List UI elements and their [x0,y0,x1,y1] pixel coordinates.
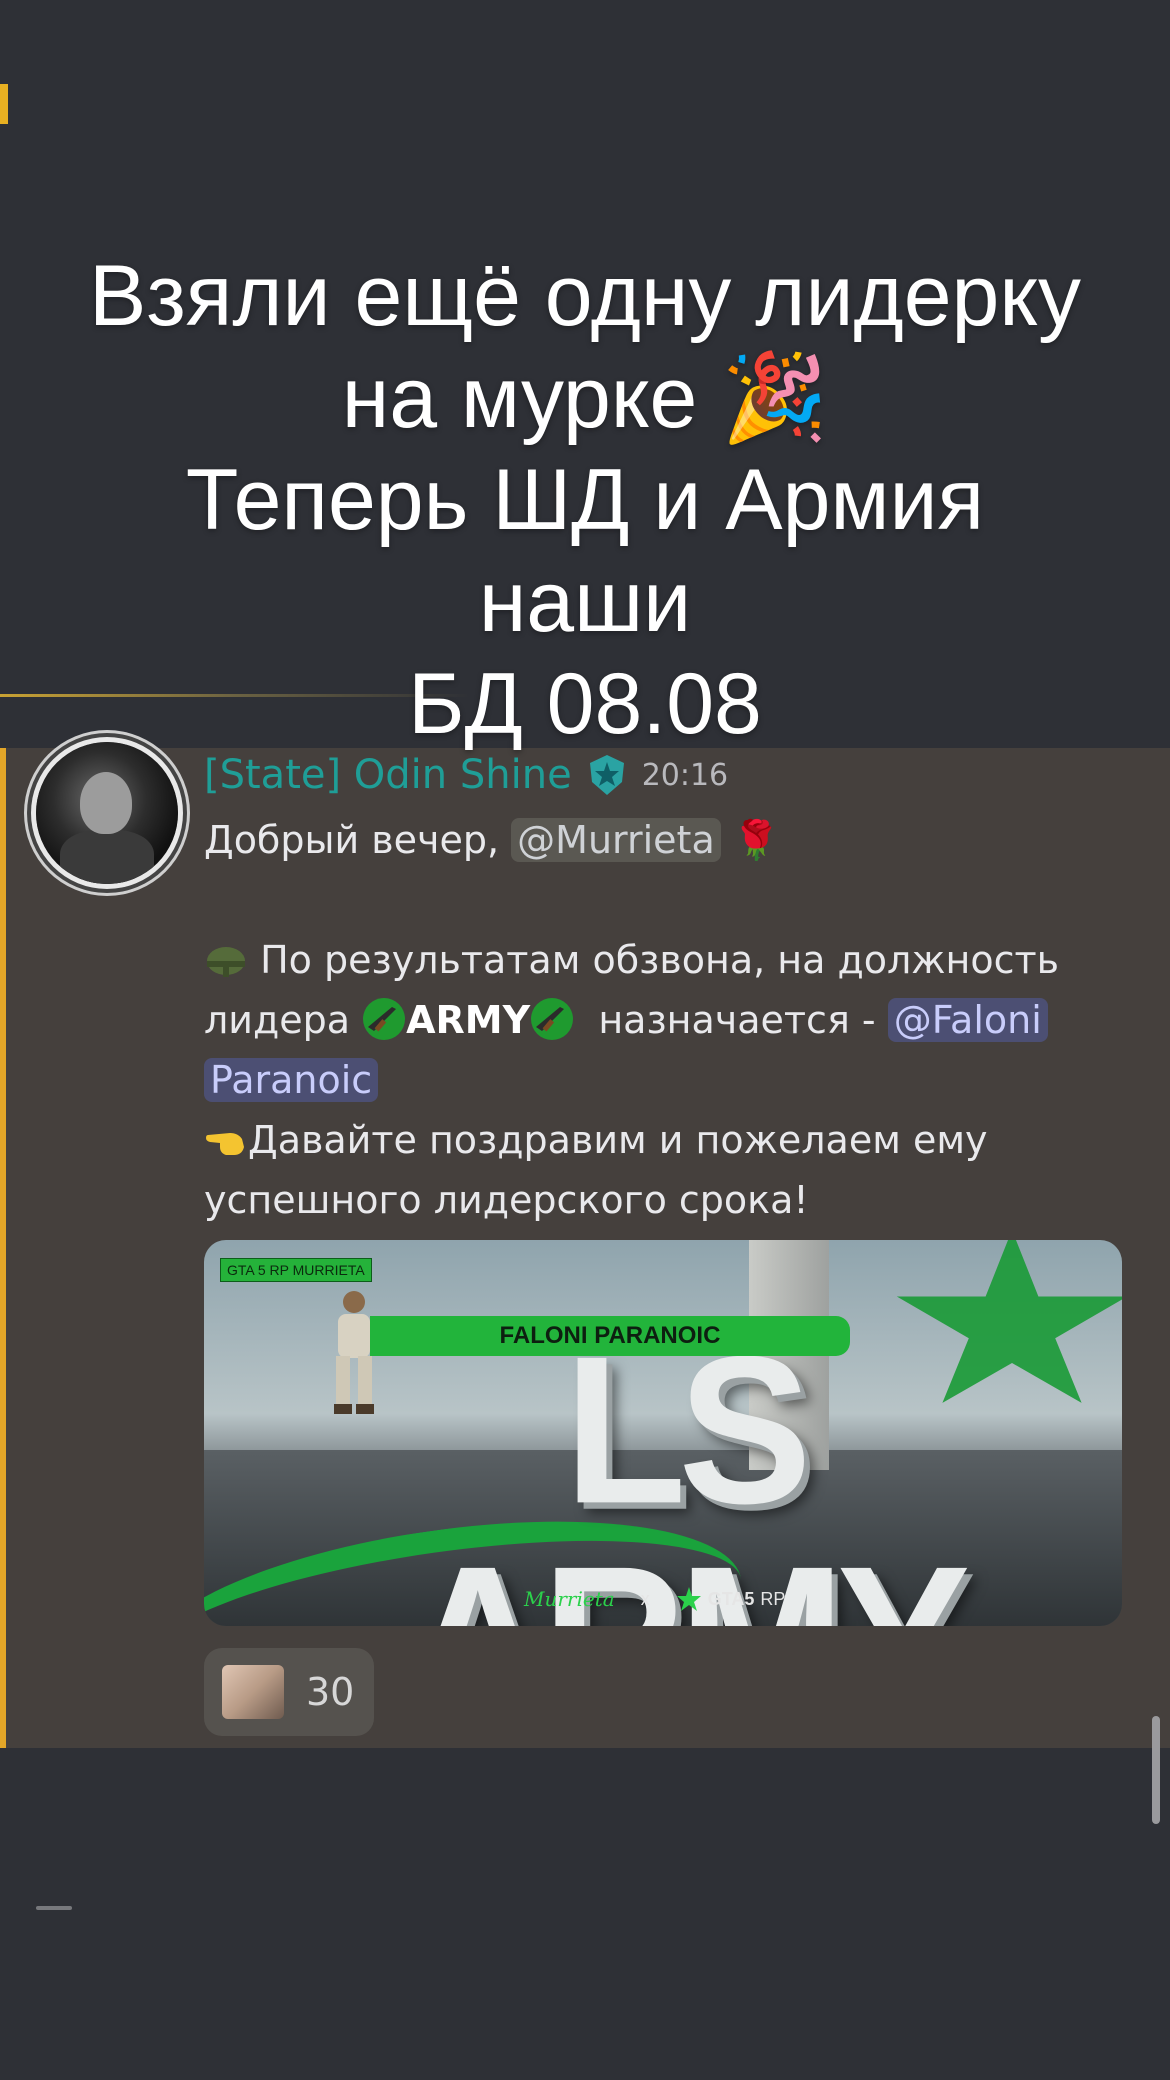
ls-army-banner-image[interactable]: GTA 5 RP MURRIETA LS ARMY FALONI PARANOI… [204,1240,1122,1626]
pointing-hand-icon [206,1133,244,1155]
banner-title: LS ARMY [406,1313,971,1626]
mention-paranoic[interactable]: Paranoic [204,1058,379,1102]
congrats-line-1: Давайте поздравим и пожелаем ему [204,1110,1104,1170]
banner-footer: Murrieta x GTA5 RP [524,1586,786,1612]
caption-line-1: Взяли ещё одну лидерку [89,248,1081,344]
verified-badge-icon [589,755,624,795]
star-icon [676,1587,701,1611]
rifle-icon [531,998,574,1040]
author-name[interactable]: [State] Odin Shine [204,752,572,798]
greeting-line: Добрый вечер, @Murrieta 🌹 [204,818,781,862]
caption-line-3: Теперь ШД и Армия [185,452,985,548]
caption-line-2: на мурке 🎉 [341,350,829,446]
author-avatar[interactable] [36,742,178,884]
mention-highlight-bar [0,748,6,1748]
rose-icon: 🌹 [732,818,781,862]
announcement-line-3: Paranoic [204,1050,1104,1110]
story-caption: Взяли ещё одну лидерку на мурке 🎉 Теперь… [0,245,1170,755]
corner-accent [0,84,8,124]
message-timestamp: 20:16 [641,757,729,793]
reaction-avatar [222,1665,284,1719]
mention-murrieta[interactable]: @Murrieta [511,818,721,862]
mention-faloni[interactable]: @Faloni [887,998,1048,1042]
announcement-line-1: По результатам обзвона, на должность [204,930,1104,990]
message-body: Добрый вечер, @Murrieta 🌹 По результатам… [204,810,1104,1230]
soldier-figure [334,1291,374,1414]
army-label: ARMY [406,998,531,1042]
banner-name-bar: FALONI PARANOIC [370,1316,850,1356]
reaction-count: 30 [306,1670,355,1714]
reaction-pill[interactable]: 30 [204,1648,374,1736]
caption-line-5: БД 08.08 [408,656,762,752]
gta5rp-logo: GTA5 RP [676,1586,785,1612]
scrollbar-thumb[interactable] [1152,1716,1160,1824]
helmet-icon [207,947,245,977]
banner-tag: GTA 5 RP MURRIETA [220,1258,372,1282]
rifle-icon [363,998,406,1040]
message-header: [State] Odin Shine 20:16 [204,752,728,798]
caption-line-4: наши [478,554,692,650]
bottom-indicator [36,1906,72,1910]
congrats-line-2: успешного лидерского срока! [204,1178,809,1222]
announcement-line-2: лидера ARMY назначается - @Faloni [204,990,1104,1050]
murrieta-logo: Murrieta [524,1587,615,1611]
